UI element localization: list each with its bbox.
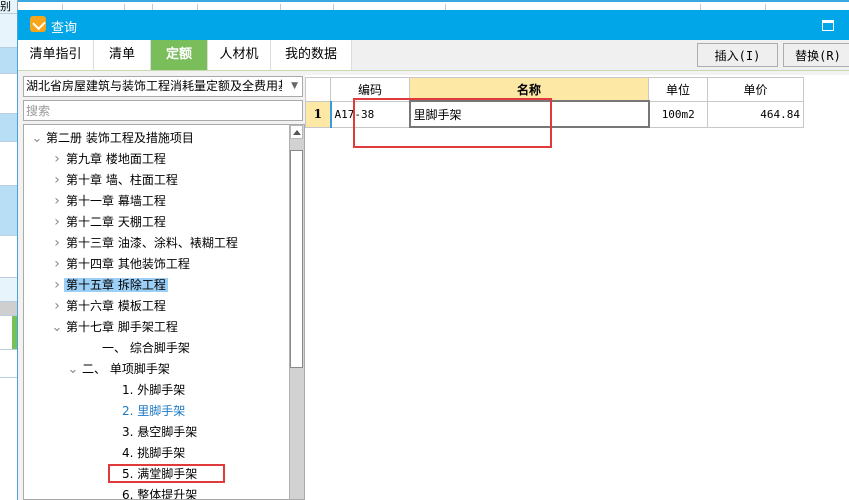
- chevron-right-icon[interactable]: ›: [50, 191, 64, 212]
- chevron-down-icon[interactable]: ⌄: [50, 321, 64, 335]
- tree-item[interactable]: 2. 里脚手架: [106, 401, 187, 422]
- tree-item-label: 第十四章 其他装饰工程: [66, 257, 190, 271]
- tree-item[interactable]: › 第十五章 拆除工程: [50, 275, 168, 296]
- tree-item[interactable]: › 第十二章 天棚工程: [50, 212, 168, 233]
- tree-item[interactable]: ⌄ 第十七章 脚手架工程: [50, 317, 180, 338]
- tree-item[interactable]: › 第十四章 其他装饰工程: [50, 254, 192, 275]
- chevron-right-icon[interactable]: ›: [50, 149, 64, 170]
- query-dialog: 查询 清单指引 清单 定额 人材机 我的数据 插入(I) 替换(R) 湖北省房屋…: [17, 10, 849, 500]
- row-number: 1: [305, 100, 331, 128]
- tree-item-label: 第九章 楼地面工程: [66, 152, 166, 166]
- tab-labor-material-machine[interactable]: 人材机: [208, 40, 271, 70]
- tree-item-label: 2. 里脚手架: [122, 404, 186, 418]
- col-header-unit[interactable]: 单位: [648, 77, 708, 102]
- tree-item[interactable]: 4. 挑脚手架: [106, 443, 187, 464]
- tab-bar: 清单指引 清单 定额 人材机 我的数据 插入(I) 替换(R): [18, 40, 849, 71]
- tree-item[interactable]: 3. 悬空脚手架: [106, 422, 199, 443]
- tree-item-label: 一、 综合脚手架: [102, 341, 190, 355]
- dialog-title: 查询: [51, 21, 78, 36]
- tree-item-label: 第二册 装饰工程及措施项目: [46, 131, 194, 145]
- scroll-thumb[interactable]: [290, 150, 303, 368]
- chevron-right-icon[interactable]: ›: [50, 233, 64, 254]
- col-header-price[interactable]: 单价: [707, 77, 804, 102]
- tab-bill[interactable]: 清单: [94, 40, 151, 70]
- tab-bill-guide[interactable]: 清单指引: [18, 40, 94, 70]
- col-header-name[interactable]: 名称: [409, 77, 649, 102]
- tree-item[interactable]: 1. 外脚手架: [106, 380, 187, 401]
- tree-item-label: 第十七章 脚手架工程: [66, 320, 178, 334]
- tree-item-label: 4. 挑脚手架: [122, 446, 186, 460]
- tree-item-label: 第十五章 拆除工程: [64, 278, 168, 292]
- scroll-up-arrow-icon[interactable]: [290, 125, 303, 139]
- cell-name[interactable]: 里脚手架: [408, 100, 650, 128]
- tree-item[interactable]: › 第九章 楼地面工程: [50, 149, 168, 170]
- tab-quota[interactable]: 定额: [151, 40, 208, 70]
- chevron-right-icon[interactable]: ›: [50, 254, 64, 275]
- background-window-header: [0, 0, 849, 12]
- cell-unit[interactable]: 100m2: [648, 100, 708, 128]
- tree-item-label: 5. 满堂脚手架: [122, 467, 198, 481]
- tree-item-label: 1. 外脚手架: [122, 383, 186, 397]
- tree-item-label: 第十三章 油漆、涂料、裱糊工程: [66, 236, 238, 250]
- library-select-value: 湖北省房屋建筑与装饰工程消耗量定额及全费用基: [26, 79, 282, 93]
- tree-item-label: 二、 单项脚手架: [82, 362, 170, 376]
- dialog-titlebar[interactable]: 查询: [18, 10, 849, 40]
- chevron-right-icon[interactable]: ›: [50, 296, 64, 317]
- library-select[interactable]: 湖北省房屋建筑与装饰工程消耗量定额及全费用基 ▼: [23, 76, 303, 97]
- insert-button[interactable]: 插入(I): [697, 43, 778, 67]
- table-row[interactable]: 1 A17-38 里脚手架 100m2 464.84: [305, 100, 804, 128]
- results-table: 编码 名称 单位 单价 1 A17-38 里脚手架 100m2 464.84: [305, 77, 804, 128]
- tree-item[interactable]: › 第十章 墙、柱面工程: [50, 170, 180, 191]
- tree-scrollbar[interactable]: [289, 125, 304, 499]
- app-logo-icon: [30, 16, 46, 32]
- tree-item[interactable]: ⌄ 第二册 装饰工程及措施项目: [30, 128, 196, 149]
- tree-item[interactable]: › 第十六章 模板工程: [50, 296, 168, 317]
- maximize-icon[interactable]: [822, 20, 834, 31]
- bg-col-header: 别: [0, 0, 17, 14]
- tree-item-label: 6. 整体提升架: [122, 488, 198, 500]
- search-field[interactable]: [23, 100, 303, 121]
- chapter-tree: ⌄ 第二册 装饰工程及措施项目 › 第九章 楼地面工程 › 第十章 墙、柱面工程 › 第十一章…: [23, 124, 305, 500]
- cell-price[interactable]: 464.84: [707, 100, 804, 128]
- quota-results-grid: 编码 名称 单位 单价 1 A17-38 里脚手架 100m2 464.84: [305, 75, 849, 500]
- col-header-code[interactable]: 编码: [330, 77, 410, 102]
- chevron-down-icon[interactable]: ⌄: [66, 363, 80, 377]
- tree-item-label: 3. 悬空脚手架: [122, 425, 198, 439]
- tree-item-label: 第十二章 天棚工程: [66, 215, 166, 229]
- chevron-right-icon[interactable]: ›: [50, 275, 64, 296]
- tree-item[interactable]: › 第十三章 油漆、涂料、裱糊工程: [50, 233, 240, 254]
- tree-item[interactable]: › 第十一章 幕墙工程: [50, 191, 168, 212]
- cell-code[interactable]: A17-38: [329, 100, 410, 128]
- tree-item-label: 第十六章 模板工程: [66, 299, 166, 313]
- tree-item-label: 第十一章 幕墙工程: [66, 194, 166, 208]
- tree-item[interactable]: 6. 整体提升架: [106, 485, 199, 500]
- tree-item[interactable]: 一、 综合脚手架: [86, 338, 192, 359]
- replace-button[interactable]: 替换(R): [783, 43, 849, 67]
- col-header-index: [305, 77, 331, 102]
- tree-item[interactable]: 5. 满堂脚手架: [106, 464, 199, 485]
- chevron-right-icon[interactable]: ›: [50, 212, 64, 233]
- table-header-row: 编码 名称 单位 单价: [305, 77, 804, 102]
- chevron-down-icon[interactable]: ▼: [291, 77, 298, 96]
- tree-item[interactable]: ⌄ 二、 单项脚手架: [66, 359, 172, 380]
- background-window-left-column: 别: [0, 0, 18, 500]
- chevron-right-icon[interactable]: ›: [50, 170, 64, 191]
- tree-item-label: 第十章 墙、柱面工程: [66, 173, 178, 187]
- tab-my-data[interactable]: 我的数据: [271, 40, 352, 70]
- chevron-down-icon[interactable]: ⌄: [30, 132, 44, 146]
- search-input[interactable]: [24, 101, 298, 120]
- quota-library-panel: 湖北省房屋建筑与装饰工程消耗量定额及全费用基 ▼ ⌄第二册 装饰工程及措施项目›…: [22, 75, 305, 500]
